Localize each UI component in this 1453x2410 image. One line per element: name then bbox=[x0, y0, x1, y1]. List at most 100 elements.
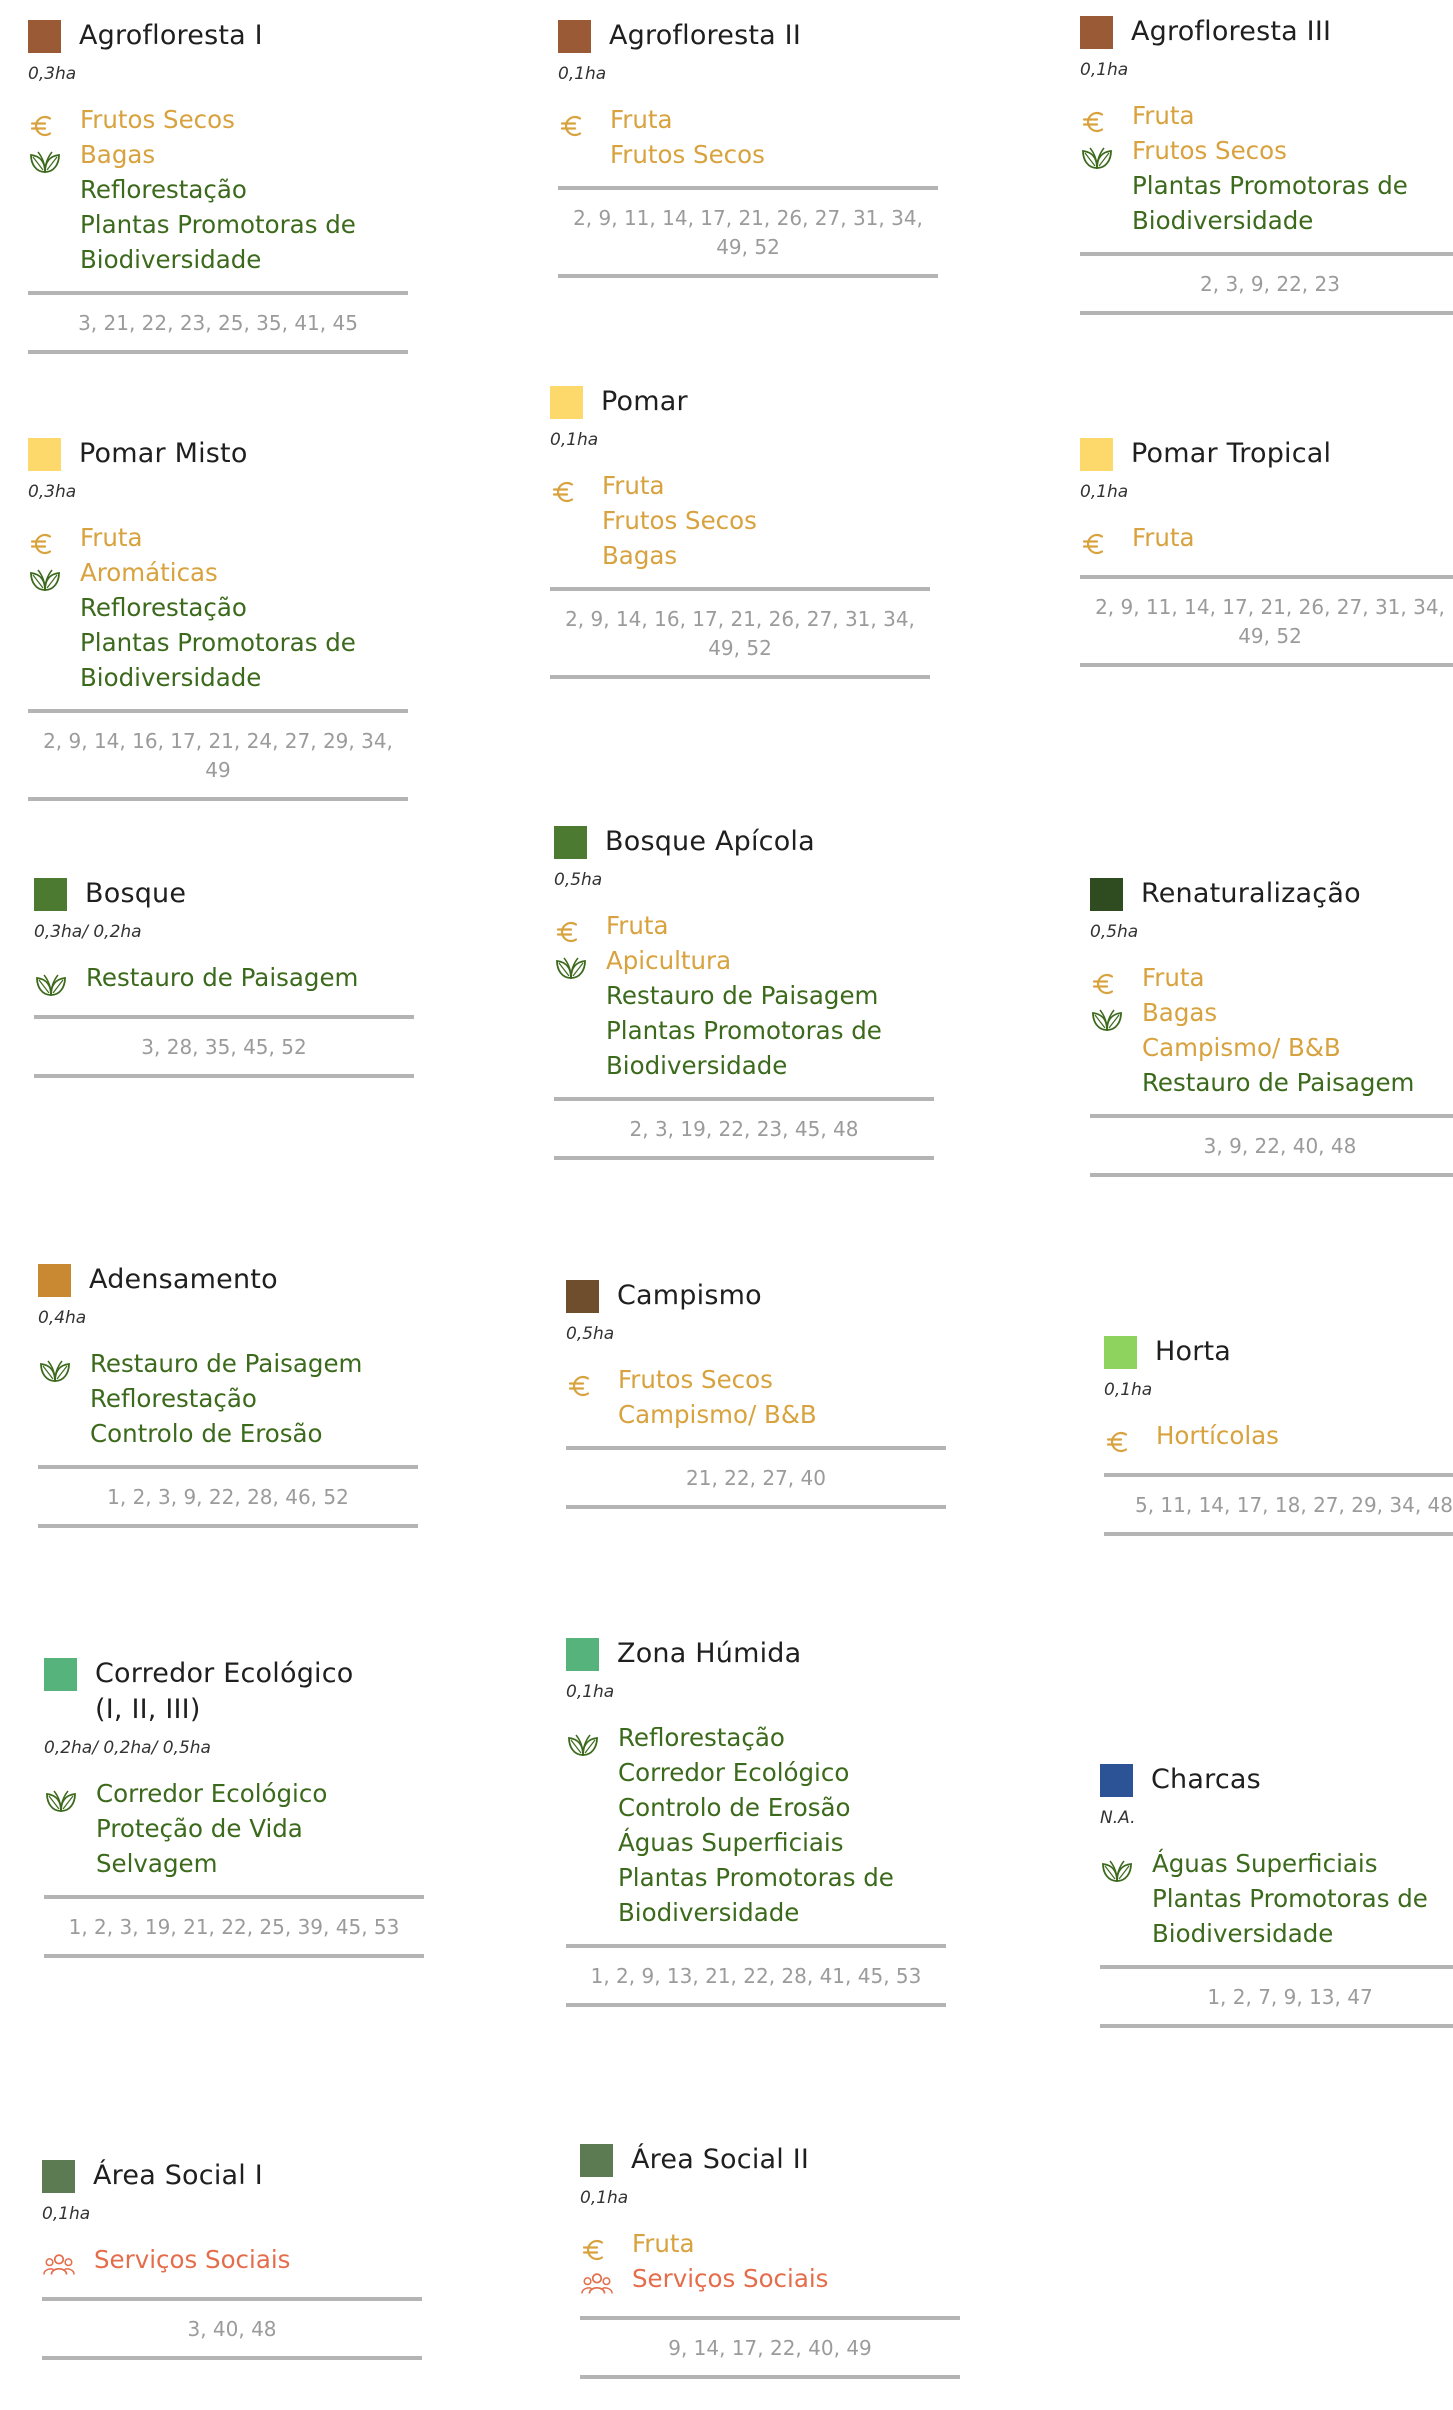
category-item-fruta: Fruta bbox=[80, 523, 143, 552]
category-list: Fruta Apicultura Restauro de Paisagem Plant… bbox=[554, 908, 934, 1083]
category-list: Fruta bbox=[1080, 520, 1453, 561]
card-header: Agrofloresta III bbox=[1080, 14, 1453, 50]
card-title: Pomar Tropical bbox=[1131, 438, 1332, 469]
card-title: Corredor Ecológico (I, II, III) bbox=[95, 1658, 354, 1725]
euro-icon bbox=[554, 914, 588, 949]
area-value: 0,1ha bbox=[580, 2188, 629, 2208]
reference-numbers: 21, 22, 27, 40 bbox=[686, 1466, 826, 1490]
category-icons bbox=[28, 102, 62, 277]
divider-bottom bbox=[566, 2003, 946, 2007]
category-icons bbox=[580, 2226, 614, 2302]
area-value: N.A. bbox=[1100, 1808, 1136, 1828]
card-header: Pomar Tropical bbox=[1080, 436, 1453, 472]
divider-bottom bbox=[1090, 1173, 1453, 1177]
card-horta: Horta 0,1ha Hortícolas 5, 11, 14, 17, 18, 2… bbox=[1104, 1334, 1453, 1536]
category-list: Serviços Sociais bbox=[42, 2242, 422, 2283]
card-header: Área Social II bbox=[580, 2142, 960, 2178]
divider-bottom bbox=[44, 1954, 424, 1958]
reference-numbers: 2, 3, 19, 22, 23, 45, 48 bbox=[629, 1117, 859, 1141]
category-icons bbox=[44, 1776, 78, 1881]
people-icon bbox=[42, 2248, 76, 2283]
leaf-icon bbox=[1100, 1852, 1134, 1887]
area-value: 0,3ha bbox=[28, 482, 77, 502]
card-area-social-1: Área Social I 0,1ha Serviços Sociais 3, 40,… bbox=[42, 2158, 422, 2360]
category-item-controlo-de-erosao: Controlo de Erosão bbox=[90, 1419, 323, 1448]
color-swatch bbox=[1100, 1764, 1133, 1797]
card-title: Agrofloresta III bbox=[1131, 16, 1332, 47]
card-agrofloresta-1: Agrofloresta I 0,3ha Frutos Secos Bagas Refl… bbox=[28, 18, 408, 354]
category-list: Fruta Bagas Campismo/ B&B Restauro de Paisa… bbox=[1090, 960, 1453, 1100]
category-list: Fruta Frutos Secos Plantas Promotoras de Bi… bbox=[1080, 98, 1453, 238]
color-swatch bbox=[566, 1638, 599, 1671]
card-title: Charcas bbox=[1151, 1764, 1261, 1795]
divider-bottom bbox=[42, 2356, 422, 2360]
category-item-aguas-superficiais: Águas Superficiais bbox=[618, 1828, 844, 1857]
category-item-campismo-b-b: Campismo/ B&B bbox=[1142, 1033, 1341, 1062]
color-swatch bbox=[1104, 1336, 1137, 1369]
card-header: Bosque bbox=[34, 876, 414, 912]
category-items: Frutos Secos Bagas Reflorestação Plantas Pr… bbox=[80, 102, 356, 277]
card-bosque-apicola: Bosque Apícola 0,5ha Fruta Apicultura Restau… bbox=[554, 824, 934, 1160]
category-items: Fruta Frutos Secos bbox=[610, 102, 765, 172]
category-item-restauro-de-paisagem: Restauro de Paisagem bbox=[86, 963, 359, 992]
euro-icon bbox=[1104, 1424, 1138, 1459]
euro-icon bbox=[1090, 966, 1124, 1001]
area-value: 0,1ha bbox=[558, 64, 607, 84]
divider-bottom bbox=[1080, 663, 1453, 667]
card-header: Adensamento bbox=[38, 1262, 418, 1298]
euro-icon bbox=[580, 2232, 614, 2267]
category-icons bbox=[566, 1362, 600, 1432]
category-item-campismo-b-b: Campismo/ B&B bbox=[618, 1400, 817, 1429]
leaf-icon bbox=[1090, 1001, 1124, 1036]
color-swatch bbox=[550, 386, 583, 419]
card-renaturalizacao: Renaturalização 0,5ha Fruta Bagas Campismo/ … bbox=[1090, 876, 1453, 1177]
reference-numbers: 2, 9, 11, 14, 17, 21, 26, 27, 31, 34, 49… bbox=[1095, 595, 1445, 648]
color-swatch bbox=[1090, 878, 1123, 911]
color-swatch bbox=[44, 1658, 77, 1691]
category-item-plantas-promotoras-de: Plantas Promotoras de bbox=[618, 1863, 894, 1892]
category-items: Frutos Secos Campismo/ B&B bbox=[618, 1362, 817, 1432]
area-value: 0,1ha bbox=[566, 1682, 615, 1702]
divider-bottom bbox=[550, 675, 930, 679]
category-list: Fruta Serviços Sociais bbox=[580, 2226, 960, 2302]
category-items: Fruta Aromáticas Reflorestação Plantas Prom… bbox=[80, 520, 356, 695]
category-items: Fruta Frutos Secos Bagas bbox=[602, 468, 757, 573]
leaf-icon bbox=[554, 949, 588, 984]
card-header: Zona Húmida bbox=[566, 1636, 946, 1672]
area-value: 0,5ha bbox=[1090, 922, 1139, 942]
leaf-icon bbox=[34, 966, 68, 1001]
category-item-plantas-promotoras-de: Plantas Promotoras de bbox=[1152, 1884, 1428, 1913]
category-list: Frutos Secos Campismo/ B&B bbox=[566, 1362, 946, 1432]
category-item-aromaticas: Aromáticas bbox=[80, 558, 218, 587]
category-item-fruta: Fruta bbox=[1142, 963, 1205, 992]
category-items: Fruta Apicultura Restauro de Paisagem Plant… bbox=[606, 908, 882, 1083]
divider-bottom bbox=[34, 1074, 414, 1078]
category-items: Restauro de Paisagem bbox=[86, 960, 358, 1001]
category-list: Restauro de Paisagem Reflorestação Control… bbox=[38, 1346, 418, 1451]
category-icons bbox=[34, 960, 68, 1001]
category-item-fruta: Fruta bbox=[1132, 101, 1195, 130]
area-value: 0,1ha bbox=[1104, 1380, 1153, 1400]
card-campismo: Campismo 0,5ha Frutos Secos Campismo/ B&B 21… bbox=[566, 1278, 946, 1509]
reference-numbers: 1, 2, 3, 9, 22, 28, 46, 52 bbox=[107, 1485, 349, 1509]
euro-icon bbox=[558, 108, 592, 143]
category-item-fruta: Fruta bbox=[602, 471, 665, 500]
area-value: 0,1ha bbox=[42, 2204, 91, 2224]
category-item-corredor-ecologico: Corredor Ecológico bbox=[618, 1758, 850, 1787]
reference-numbers: 1, 2, 7, 9, 13, 47 bbox=[1207, 1985, 1373, 2009]
divider-bottom bbox=[554, 1156, 934, 1160]
card-title: Bosque Apícola bbox=[605, 826, 815, 857]
color-swatch bbox=[580, 2144, 613, 2177]
card-title: Adensamento bbox=[89, 1264, 278, 1295]
category-list: Fruta Aromáticas Reflorestação Plantas Prom… bbox=[28, 520, 408, 695]
category-item-reflorestacao: Reflorestação bbox=[80, 593, 247, 622]
color-swatch bbox=[566, 1280, 599, 1313]
category-item-plantas-promotoras-de: Plantas Promotoras de bbox=[1132, 171, 1408, 200]
category-item-biodiversidade: Biodiversidade bbox=[606, 1051, 788, 1080]
category-icons bbox=[554, 908, 588, 1083]
category-item-plantas-promotoras-de: Plantas Promotoras de bbox=[606, 1016, 882, 1045]
category-item-restauro-de-paisagem: Restauro de Paisagem bbox=[606, 981, 879, 1010]
category-item-restauro-de-paisagem: Restauro de Paisagem bbox=[1142, 1068, 1415, 1097]
color-swatch bbox=[1080, 438, 1113, 471]
color-swatch bbox=[1080, 16, 1113, 49]
